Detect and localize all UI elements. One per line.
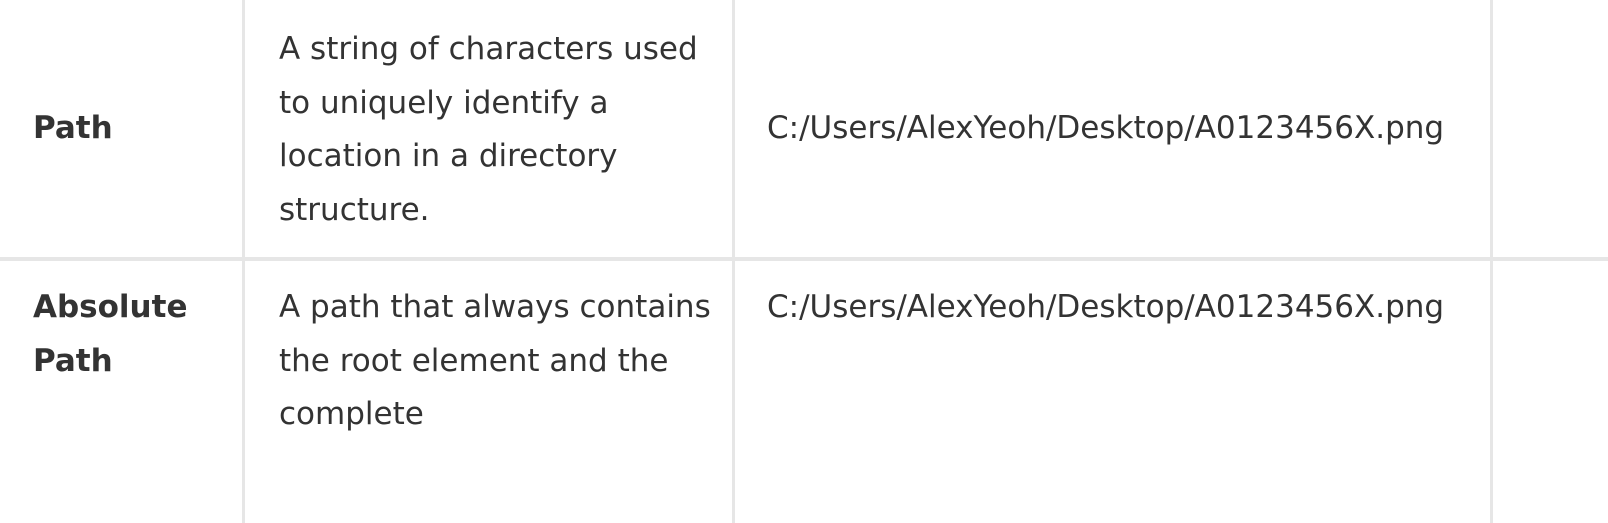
term-cell: Absolute Path xyxy=(33,289,188,379)
table-row: Absolute Path A path that always contain… xyxy=(0,261,1608,523)
table-row: Path A string of characters used to uniq… xyxy=(0,0,1608,257)
term-cell: Path xyxy=(33,110,113,146)
example-cell: C:/Users/AlexYeoh/Desktop/A0123456X.png xyxy=(767,110,1445,146)
example-cell: C:/Users/AlexYeoh/Desktop/A0123456X.png xyxy=(767,289,1445,325)
description-cell: A path that always contains the root ele… xyxy=(279,289,711,432)
definitions-table: Path A string of characters used to uniq… xyxy=(0,0,1608,523)
description-cell: A string of characters used to uniquely … xyxy=(279,31,698,228)
